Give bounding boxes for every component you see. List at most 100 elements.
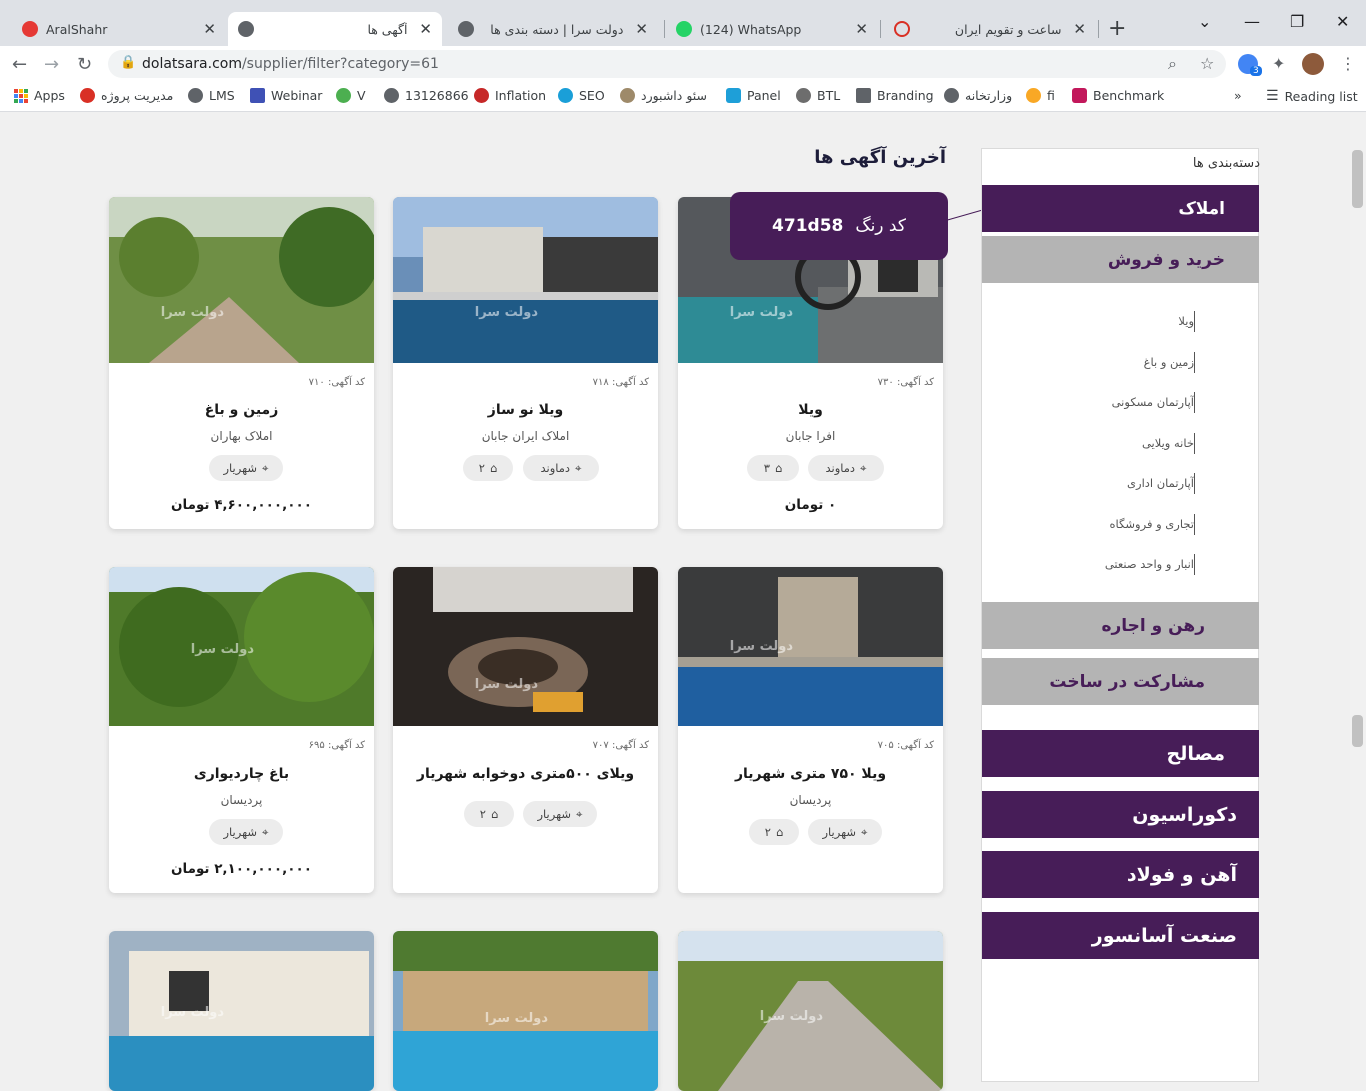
subcategory-divider xyxy=(1194,433,1195,454)
bookmark-inflation[interactable]: Inflation xyxy=(474,88,546,103)
ad-agency: املاک بهاران xyxy=(210,429,273,443)
ad-card[interactable]: دولت سرا xyxy=(678,931,943,1091)
location-label: شهریار xyxy=(822,825,857,839)
tab-aralshahr[interactable]: AralShahr ✕ xyxy=(12,12,226,46)
url-text[interactable]: dolatsara.com/supplier/filter?category=6… xyxy=(142,56,439,72)
tab-search-icon[interactable]: ⌄ xyxy=(1198,12,1211,31)
page-title: آخرین آگهی ها xyxy=(814,147,946,168)
scrollbar[interactable] xyxy=(1350,113,1366,1080)
bookmark-project[interactable]: مدیریت پروژه xyxy=(80,88,173,103)
star-icon[interactable]: ☆ xyxy=(1200,54,1214,73)
menu-icon[interactable]: ⋮ xyxy=(1340,54,1356,73)
bookmark-v[interactable]: V xyxy=(336,88,366,103)
bookmark-label: سئو داشبورد xyxy=(641,88,708,103)
ad-code: کد آگهی: ۷۱۰ xyxy=(308,377,365,388)
ad-price: ۲,۱۰۰,۰۰۰,۰۰۰ تومان xyxy=(171,861,312,877)
bookmark-apps[interactable]: Apps xyxy=(14,88,65,103)
aralshahr-icon xyxy=(22,21,38,37)
close-icon[interactable]: ✕ xyxy=(855,20,868,38)
ad-card[interactable]: دولت سرا xyxy=(109,931,374,1091)
bookmark-number[interactable]: 13126866 xyxy=(384,88,469,103)
subcategory-office-apartment[interactable]: آپارتمان اداری xyxy=(1127,476,1194,490)
bookmarks-overflow[interactable]: » xyxy=(1234,88,1242,103)
bookmark-fi[interactable]: fi xyxy=(1026,88,1055,103)
ad-card[interactable]: دولت سرا کد آگهی: ۶۹۵ باغ چاردیواری پردی… xyxy=(109,567,374,893)
bookmark-btl[interactable]: BTL xyxy=(796,88,840,103)
category-label: آهن و فولاد xyxy=(1126,863,1237,886)
tab-title: آگهی ها xyxy=(367,21,408,37)
ad-title[interactable]: ویلا ۷۵۰ متری شهریار xyxy=(678,766,943,782)
category-partnership[interactable]: مشارکت در ساخت xyxy=(982,658,1259,705)
ad-card[interactable]: دولت سرا کد آگهی: ۷۰۵ ویلا ۷۵۰ متری شهری… xyxy=(678,567,943,893)
bookmark-panel[interactable]: Panel xyxy=(726,88,781,103)
minimize-button[interactable]: — xyxy=(1244,12,1260,31)
ad-title[interactable]: زمین و باغ xyxy=(109,402,374,418)
category-buy-sell[interactable]: خرید و فروش xyxy=(982,236,1259,283)
close-window-button[interactable]: ✕ xyxy=(1336,12,1349,31)
ad-title[interactable]: باغ چاردیواری xyxy=(109,766,374,782)
bookmark-seo[interactable]: SEO xyxy=(558,88,605,103)
ad-title[interactable]: ویلا نو ساز xyxy=(393,402,658,418)
bookmark-lms[interactable]: LMS xyxy=(188,88,235,103)
bookmark-ministry[interactable]: وزارتخانه xyxy=(944,88,1012,103)
listing-image xyxy=(109,931,374,1091)
category-steel[interactable]: آهن و فولاد xyxy=(982,851,1259,898)
subcategory-divider xyxy=(1194,554,1195,575)
bookmark-label: BTL xyxy=(817,88,841,103)
puzzle-icon[interactable]: ✦ xyxy=(1272,54,1285,73)
restore-button[interactable]: ❐ xyxy=(1290,12,1304,31)
tab-whatsapp[interactable]: (124) WhatsApp ✕ xyxy=(666,12,878,46)
ad-title[interactable]: ویلای ۵۰۰متری دوخوابه شهریار xyxy=(393,766,658,782)
globe-icon xyxy=(238,21,254,37)
lock-icon[interactable]: 🔒 xyxy=(120,55,136,70)
tab-categories[interactable]: دولت سرا | دسته بندی ها ✕ xyxy=(448,12,658,46)
location-chip: ⌖ دماوند xyxy=(523,455,599,481)
bookmark-branding[interactable]: Branding xyxy=(856,88,934,103)
close-icon[interactable]: ✕ xyxy=(203,20,216,38)
category-decoration[interactable]: دکوراسیون xyxy=(982,791,1259,838)
category-materials[interactable]: مصالح xyxy=(982,730,1259,777)
panel-icon xyxy=(726,88,741,103)
zoom-icon[interactable]: ⌕ xyxy=(1168,54,1177,74)
reading-list-button[interactable]: ☰ Reading list xyxy=(1266,88,1358,104)
category-rent[interactable]: رهن و اجاره xyxy=(982,602,1259,649)
ad-title[interactable]: ویلا xyxy=(678,402,943,418)
close-icon[interactable]: ✕ xyxy=(635,20,648,38)
ad-card[interactable]: دولت سرا کد آگهی: ۷۱۰ زمین و باغ املاک ب… xyxy=(109,197,374,529)
back-icon[interactable]: ← xyxy=(12,54,27,75)
location-chip: ⌖ شهریار xyxy=(209,819,283,845)
ad-agency: املاک ایران جابان xyxy=(481,429,570,443)
ad-card[interactable]: دولت سرا کد آگهی: ۷۱۸ ویلا نو ساز املاک … xyxy=(393,197,658,529)
inner-scrollbar-thumb[interactable] xyxy=(1352,715,1363,747)
ad-card[interactable]: دولت سرا xyxy=(393,931,658,1091)
location-label: شهریار xyxy=(537,807,572,821)
bookmark-seo-dashboard[interactable]: سئو داشبورد xyxy=(620,88,707,103)
bookmark-webinar[interactable]: Webinar xyxy=(250,88,322,103)
close-icon[interactable]: ✕ xyxy=(419,20,432,38)
seo-icon xyxy=(558,88,573,103)
subcategory-commercial-shop[interactable]: تجاری و فروشگاه xyxy=(1110,517,1194,531)
ad-code: کد آگهی: ۷۱۸ xyxy=(592,377,649,388)
bookmark-benchmark[interactable]: Benchmark xyxy=(1072,88,1164,103)
webinar-icon xyxy=(250,88,265,103)
tab-calendar[interactable]: ساعت و تقویم ایران ✕ xyxy=(884,12,1096,46)
subcategory-villa-house[interactable]: خانه ویلایی xyxy=(1142,436,1194,450)
scrollbar-thumb[interactable] xyxy=(1352,150,1363,208)
category-elevator[interactable]: صنعت آسانسور xyxy=(982,912,1259,959)
subcategory-villa[interactable]: ویلا xyxy=(1178,314,1194,328)
new-tab-button[interactable]: + xyxy=(1108,16,1126,41)
reload-icon[interactable]: ↻ xyxy=(77,54,92,75)
rooms-chip: ⌂ ۲ xyxy=(463,455,513,481)
forward-icon[interactable]: → xyxy=(44,54,59,75)
avatar[interactable] xyxy=(1302,53,1324,75)
subcategory-residential-apartment[interactable]: آپارتمان مسکونی xyxy=(1112,395,1194,409)
tab-ads[interactable]: آگهی ها ✕ xyxy=(228,12,442,46)
bookmark-label: وزارتخانه xyxy=(965,88,1013,103)
subcategory-warehouse-industrial[interactable]: انبار و واحد صنعتی xyxy=(1105,557,1194,571)
listing-image xyxy=(678,567,943,726)
bookmark-label: fi xyxy=(1047,88,1055,103)
category-real-estate[interactable]: املاک xyxy=(982,185,1259,232)
close-icon[interactable]: ✕ xyxy=(1073,20,1086,38)
subcategory-land-garden[interactable]: زمین و باغ xyxy=(1144,355,1194,369)
ad-card[interactable]: دولت سرا کد آگهی: ۷۰۷ ویلای ۵۰۰متری دوخو… xyxy=(393,567,658,893)
